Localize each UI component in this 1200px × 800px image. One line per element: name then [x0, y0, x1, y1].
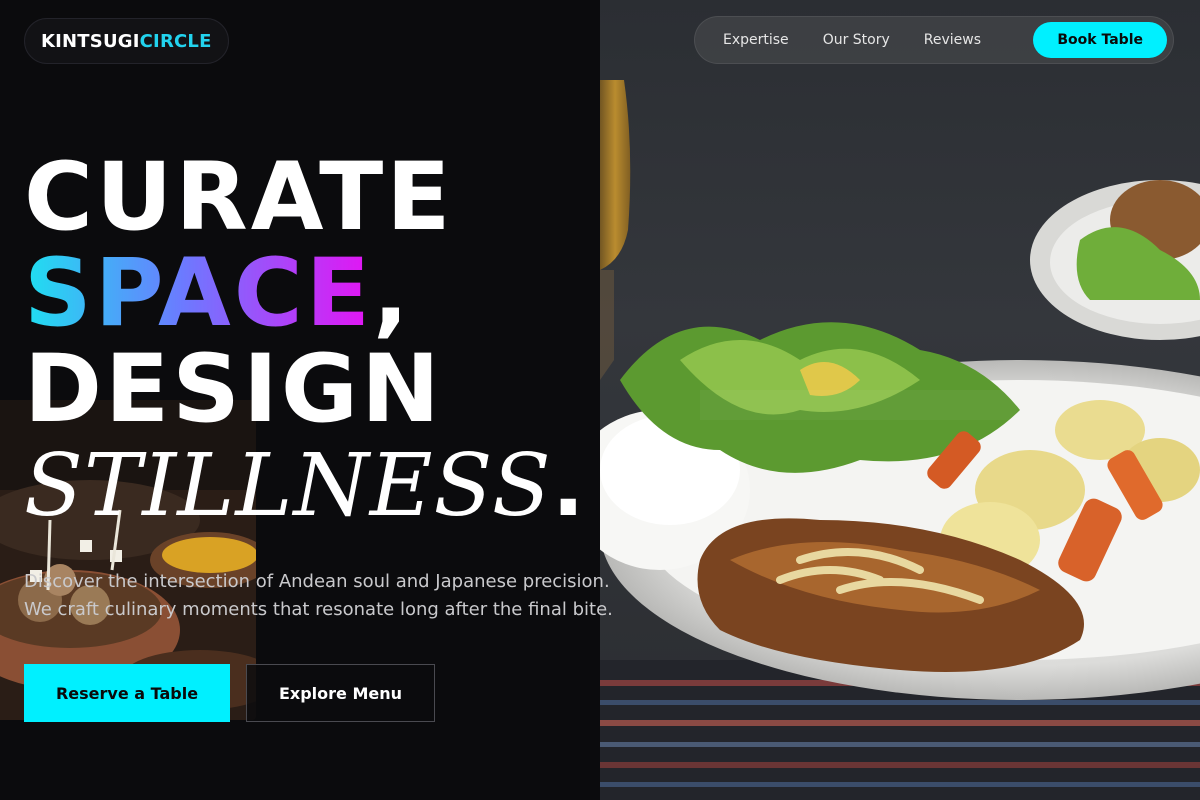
headline-comma: , [372, 239, 412, 348]
headline-line-space: SPACE, [24, 246, 586, 342]
brand-logo-part1: KINTSUGI [41, 30, 140, 52]
headline-line-design: DESIGN [24, 335, 443, 444]
headline-stillness-word: STILLNESS [24, 436, 552, 536]
nav-link-expertise[interactable]: Expertise [709, 32, 803, 48]
brand-logo-part2: CIRCLE [139, 30, 212, 52]
headline-period: . [551, 436, 586, 536]
headline-line-stillness: STILLNESS. [24, 438, 586, 534]
hero-headline: CURATE SPACE, DESIGN STILLNESS. [24, 143, 586, 535]
headline-line-curate: CURATE [24, 143, 454, 252]
nav-link-our-story[interactable]: Our Story [809, 32, 904, 48]
hero-food-photo [600, 0, 1200, 800]
nav-link-reviews[interactable]: Reviews [910, 32, 995, 48]
book-table-button[interactable]: Book Table [1033, 22, 1167, 58]
hero-subtitle-line-1: Discover the intersection of Andean soul… [24, 571, 610, 592]
top-nav: Expertise Our Story Reviews Book Table [694, 16, 1174, 64]
reserve-table-button[interactable]: Reserve a Table [24, 664, 230, 722]
hero-subtitle: Discover the intersection of Andean soul… [24, 568, 724, 624]
hero-subtitle-line-2: We craft culinary moments that resonate … [24, 599, 613, 620]
explore-menu-button[interactable]: Explore Menu [246, 664, 435, 722]
brand-logo[interactable]: KINTSUGI CIRCLE [24, 18, 229, 64]
headline-gradient-word: SPACE [24, 239, 373, 348]
